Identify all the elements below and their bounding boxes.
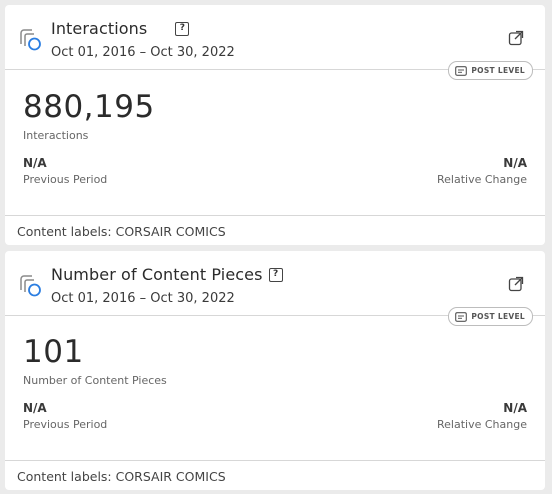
content-pieces-card: Number of Content Pieces ? Oct 01, 2016 … — [5, 251, 545, 490]
badge-label: POST LEVEL — [471, 312, 525, 321]
date-range: Oct 01, 2016 – Oct 30, 2022 — [51, 45, 235, 60]
card-title: Number of Content Pieces — [51, 265, 263, 284]
help-icon[interactable]: ? — [268, 267, 283, 282]
interactions-card: Interactions ? Oct 01, 2016 – Oct 30, 20… — [5, 5, 545, 245]
layered-circle-icon — [20, 29, 41, 51]
metric-value: 101 — [23, 334, 84, 370]
post-level-icon — [455, 65, 468, 76]
relative-change-label: Relative Change — [437, 173, 527, 186]
open-external-icon[interactable] — [508, 30, 524, 46]
badge-label: POST LEVEL — [471, 66, 525, 75]
previous-period-label: Previous Period — [23, 173, 108, 186]
layered-circle-icon — [20, 275, 41, 297]
open-external-icon[interactable] — [508, 276, 524, 292]
post-level-badge: POST LEVEL — [448, 307, 533, 326]
metric-value: 880,195 — [23, 89, 155, 125]
date-range: Oct 01, 2016 – Oct 30, 2022 — [51, 291, 235, 306]
relative-change-value: N/A — [503, 156, 527, 170]
card-title: Interactions — [51, 19, 148, 38]
footer-divider — [5, 460, 545, 461]
post-level-badge: POST LEVEL — [448, 61, 533, 80]
previous-period-label: Previous Period — [23, 418, 108, 431]
help-icon[interactable]: ? — [175, 21, 190, 36]
metric-label: Number of Content Pieces — [23, 374, 167, 387]
post-level-icon — [455, 311, 468, 322]
relative-change-label: Relative Change — [437, 418, 527, 431]
content-labels: Content labels: CORSAIR COMICS — [17, 224, 226, 239]
metric-label: Interactions — [23, 129, 89, 142]
relative-change-value: N/A — [503, 401, 527, 415]
content-labels: Content labels: CORSAIR COMICS — [17, 469, 226, 484]
previous-period-value: N/A — [23, 156, 47, 170]
footer-divider — [5, 215, 545, 216]
previous-period-value: N/A — [23, 401, 47, 415]
